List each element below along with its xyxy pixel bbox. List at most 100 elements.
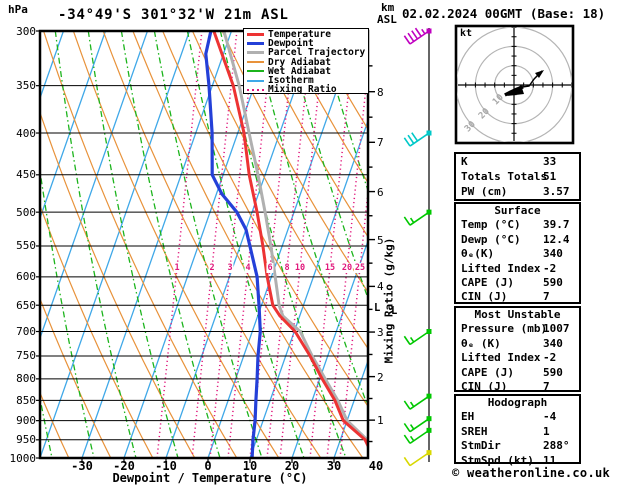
hodograph-unit-label: kt — [460, 28, 473, 39]
table-row: SREH 1 — [456, 425, 579, 439]
wind-barb-shaft — [409, 451, 430, 467]
wet-adiabat-line — [87, 31, 179, 458]
row-label: Lifted Index — [461, 351, 541, 365]
km-tick-label: 1 — [377, 414, 384, 428]
table-row: Pressure (mb) 1007 — [456, 322, 579, 336]
row-label: StmDir — [461, 439, 501, 453]
pressure-tick-label: 600 — [16, 270, 36, 284]
km-tick-label: 3 — [377, 326, 384, 340]
wind-barb-feather — [411, 30, 419, 40]
wind-barb-shaft — [409, 429, 430, 445]
wind-barb-feather — [407, 32, 415, 42]
row-value: 12.4 — [543, 232, 570, 246]
most-unstable-table-header: Most Unstable — [474, 308, 561, 321]
pressure-tick-label: 450 — [16, 168, 36, 182]
row-value: 3.57 — [543, 185, 570, 199]
mixing-ratio-value-label: 10 — [293, 263, 307, 273]
stability-indices-table: K 33 Totals Totals 51 PW (cm) 3.57 — [454, 152, 581, 201]
surface-table: Surface Temp (°C) 39.7 Dewp (°C) 12.4 θₑ(K) 3… — [454, 202, 581, 304]
row-value: 340 — [543, 336, 563, 350]
table-row: StmSpd (kt) 11 — [456, 454, 579, 468]
mixing-ratio-value-label: 1 — [173, 263, 181, 273]
mixing-ratio-value-label: 20 — [340, 263, 354, 273]
wind-barb-shaft — [409, 211, 430, 226]
row-value: 51 — [543, 170, 557, 184]
table-row: StmDir 288° — [456, 439, 579, 453]
x-axis-title: Dewpoint / Temperature (°C) — [112, 471, 308, 485]
table-row: Lifted Index -2 — [456, 351, 579, 365]
asl-label: ASL — [377, 13, 397, 26]
table-row: Temp (°C) 39.7 — [456, 218, 579, 232]
pressure-tick-label: 650 — [16, 298, 36, 312]
temp-tick-label: -10 — [155, 459, 177, 473]
wind-barb-station-dot — [426, 209, 432, 215]
mixing-ratio-value-label: 6 — [266, 263, 274, 273]
wind-barb-half-feather — [421, 28, 426, 35]
temp-tick-label: -30 — [71, 459, 93, 473]
row-value: 33 — [543, 155, 557, 168]
pressure-tick-label: 550 — [16, 239, 36, 253]
isotherm-line — [291, 238, 368, 458]
row-label: θₑ (K) — [461, 336, 501, 350]
pressure-tick-label: 350 — [16, 79, 36, 93]
pressure-tick-label: 500 — [16, 205, 36, 219]
wind-barb-feather — [407, 134, 415, 144]
wind-barb-station-dot — [426, 28, 432, 34]
table-row: EH -4 — [456, 410, 579, 424]
row-value: -2 — [543, 261, 557, 275]
wind-barb-station-dot — [426, 416, 432, 422]
legend-line-sample-icon — [247, 51, 264, 55]
wind-barb-half-feather — [409, 424, 415, 430]
km-tick-label: 5 — [377, 233, 384, 247]
most-unstable-table: Most Unstable Pressure (mb) 1007 θₑ (K) 340… — [454, 306, 581, 394]
wind-barb — [403, 209, 432, 226]
temp-tick-label: 40 — [368, 459, 384, 473]
table-row: Totals Totals 51 — [456, 169, 579, 184]
table-row: CIN (J) 7 — [456, 380, 579, 394]
row-value: 39.7 — [543, 218, 570, 232]
temp-tick-label: 20 — [284, 459, 300, 473]
wind-barb-station-dot — [426, 329, 432, 335]
wind-barb-station-dot — [426, 393, 432, 399]
hodograph-table: Hodograph EH -4 SREH 1 StmDir 288° StmSpd (kt)… — [454, 394, 581, 467]
wind-barb-feather — [403, 456, 411, 467]
wind-barb-half-feather — [409, 401, 415, 408]
temp-tick-label: 10 — [242, 459, 258, 473]
row-label: Temp (°C) — [461, 218, 521, 232]
legend-line-sample-icon — [247, 70, 264, 73]
lcl-marker-1: L — [374, 302, 381, 314]
pressure-tick-label: 700 — [16, 325, 36, 338]
skewt-sounding-app: { "header": { "pressure_unit": "hPa", "t… — [0, 0, 629, 486]
table-row: Lifted Index -2 — [456, 262, 579, 276]
legend-line-sample-icon — [247, 61, 264, 64]
legend-item: Mixing Ratio — [247, 85, 368, 94]
row-label: CAPE (J) — [461, 275, 514, 289]
row-label: CIN (J) — [461, 290, 508, 304]
row-label: θₑ(K) — [461, 247, 495, 261]
km-tick-label: 7 — [377, 136, 384, 150]
row-label: PW (cm) — [461, 185, 508, 199]
wet-adiabat-line — [54, 31, 137, 458]
wind-barb-feather — [411, 132, 419, 142]
wet-adiabat-line — [285, 31, 368, 301]
wind-barb-feather — [403, 335, 411, 345]
legend-box: Temperature Dewpoint Parcel Trajectory Dry … — [243, 28, 369, 94]
table-row: CIN (J) 7 — [456, 290, 579, 304]
wind-barb-half-feather — [409, 217, 415, 224]
row-label: SREH — [461, 424, 488, 438]
temp-tick-label: 0 — [204, 459, 212, 473]
row-label: CAPE (J) — [461, 365, 514, 379]
wind-barb-feather — [403, 137, 411, 147]
wind-barb-half-feather — [409, 336, 415, 343]
wind-barb — [403, 27, 432, 45]
run-datetime: 02.02.2024 00GMT (Base: 18) — [402, 6, 606, 21]
temp-tick-label: -20 — [113, 459, 135, 473]
row-value: 1007 — [543, 322, 570, 336]
mixing-ratio-value-label: 15 — [323, 263, 337, 273]
row-value: 340 — [543, 247, 563, 261]
row-label: Dewp (°C) — [461, 232, 521, 246]
table-row: K 33 — [456, 154, 579, 169]
row-value: 11 — [543, 453, 557, 467]
row-value: 7 — [543, 290, 550, 304]
row-label: K — [461, 155, 468, 168]
